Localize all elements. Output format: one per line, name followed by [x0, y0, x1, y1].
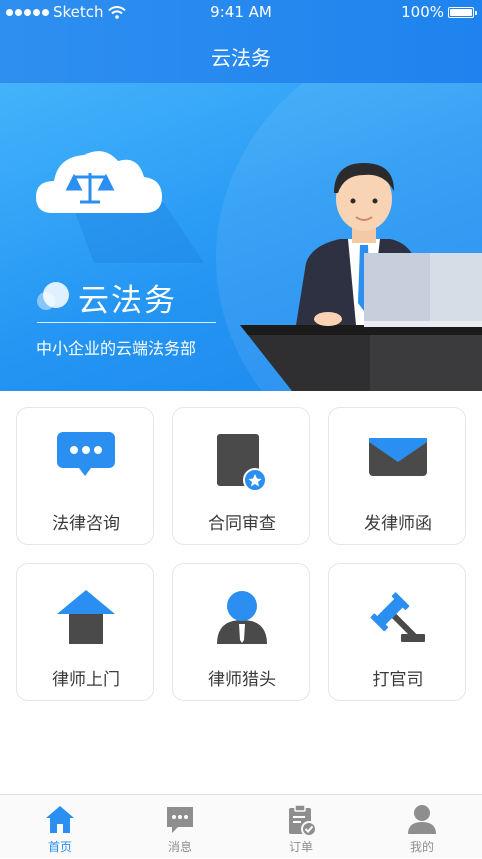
service-label: 法律咨询	[52, 514, 120, 534]
tab-label: 消息	[167, 840, 192, 854]
battery-icon	[448, 6, 477, 18]
message-icon	[167, 807, 193, 833]
battery-indicator: 100%	[401, 3, 477, 21]
house-icon	[57, 590, 115, 644]
chat-bubble-icon	[57, 432, 115, 476]
service-label: 打官司	[372, 670, 424, 690]
bubble-decoration-icon	[36, 281, 72, 317]
service-label: 发律师函	[364, 514, 432, 534]
home-icon	[46, 806, 74, 833]
service-card-lawyer-hunt[interactable]: 律师猎头	[172, 563, 310, 701]
tab-orders[interactable]: 订单	[241, 795, 361, 859]
banner-title: 云法务	[78, 283, 177, 319]
profile-icon	[408, 805, 436, 834]
envelope-icon	[369, 438, 427, 476]
banner-subtitle: 中小企业的云端法务部	[36, 339, 197, 358]
tab-label: 我的	[409, 840, 434, 854]
tab-messages[interactable]: 消息	[120, 795, 240, 859]
order-icon	[289, 804, 317, 837]
lawyer-illustration	[240, 153, 482, 391]
service-label: 律师上门	[52, 670, 120, 690]
lawyer-icon	[217, 591, 267, 644]
cloud-scales-icon	[34, 143, 204, 267]
hero-banner[interactable]: 云法务 中小企业的云端法务部	[0, 83, 482, 391]
service-label: 律师猎头	[208, 670, 276, 690]
gavel-icon	[370, 592, 425, 642]
service-card-legal-consult[interactable]: 法律咨询	[16, 407, 154, 545]
service-label: 合同审查	[208, 514, 276, 534]
contract-icon	[217, 434, 267, 492]
tab-home[interactable]: 首页	[0, 795, 120, 859]
tab-label: 首页	[47, 840, 72, 854]
service-card-lawyer-letter[interactable]: 发律师函	[328, 407, 466, 545]
service-card-home-visit[interactable]: 律师上门	[16, 563, 154, 701]
status-bar: Sketch 9:41 AM 100%	[0, 0, 482, 24]
battery-percent: 100%	[401, 3, 444, 21]
service-card-contract-review[interactable]: 合同审查	[172, 407, 310, 545]
page-title: 云法务	[211, 46, 271, 70]
tab-bar: 首页 消息 订单 我的	[0, 794, 482, 858]
header-bar: Sketch 9:41 AM 100% 云法务	[0, 0, 482, 83]
banner-divider	[37, 322, 216, 323]
tab-label: 订单	[288, 840, 313, 854]
tab-profile[interactable]: 我的	[362, 795, 482, 859]
service-card-litigation[interactable]: 打官司	[328, 563, 466, 701]
